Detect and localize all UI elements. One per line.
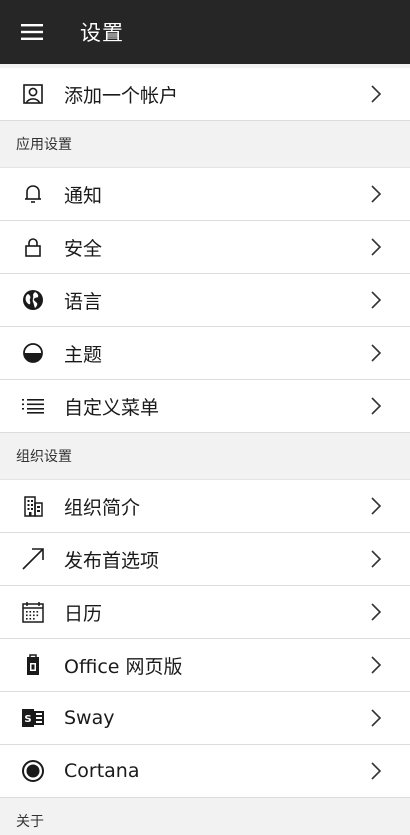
bell-icon (20, 181, 46, 207)
section-header-app-settings: 应用设置 (0, 121, 410, 168)
chevron-right-icon (368, 184, 384, 204)
add-account-row[interactable]: 添加一个帐户 (0, 68, 410, 121)
section-header-about: 关于 (0, 798, 410, 835)
settings-item-org-profile[interactable]: 组织简介 (0, 480, 410, 533)
chevron-right-icon (368, 290, 384, 310)
building-icon (20, 493, 46, 519)
globe-icon (20, 287, 46, 313)
chevron-right-icon (368, 602, 384, 622)
settings-item-label: 主题 (64, 343, 103, 366)
hamburger-menu-icon (21, 24, 43, 40)
settings-item-label: 通知 (64, 184, 103, 207)
cortana-icon (20, 758, 46, 784)
settings-item-cortana[interactable]: Cortana (0, 745, 410, 798)
chevron-right-icon (368, 343, 384, 363)
settings-item-sway[interactable]: S Sway (0, 692, 410, 745)
list-icon (20, 393, 46, 419)
settings-item-label: 语言 (64, 290, 103, 313)
lock-icon (20, 234, 46, 260)
office-icon (20, 652, 46, 678)
account-icon (20, 81, 46, 107)
sway-icon: S (20, 705, 46, 731)
chevron-right-icon (368, 655, 384, 675)
settings-item-label: 自定义菜单 (64, 396, 160, 419)
settings-item-theme[interactable]: 主题 (0, 327, 410, 380)
settings-item-label: 发布首选项 (64, 549, 160, 572)
settings-item-label: 安全 (64, 237, 103, 260)
chevron-right-icon (368, 396, 384, 416)
chevron-right-icon (368, 496, 384, 516)
settings-item-label: 日历 (64, 602, 103, 625)
settings-item-label: Office 网页版 (64, 655, 183, 678)
settings-item-language[interactable]: 语言 (0, 274, 410, 327)
calendar-icon (20, 599, 46, 625)
svg-text:S: S (24, 714, 31, 725)
settings-item-calendar[interactable]: 日历 (0, 586, 410, 639)
chevron-right-icon (368, 761, 384, 781)
settings-item-office-web[interactable]: Office 网页版 (0, 639, 410, 692)
chevron-right-icon (368, 549, 384, 569)
page-title: 设置 (80, 21, 124, 45)
hamburger-menu-button[interactable] (0, 0, 64, 64)
settings-item-publishing[interactable]: 发布首选项 (0, 533, 410, 586)
settings-item-label: Sway (64, 707, 115, 729)
settings-item-custom-menu[interactable]: 自定义菜单 (0, 380, 410, 433)
chevron-right-icon (368, 84, 384, 104)
theme-icon (20, 340, 46, 366)
settings-item-label: Cortana (64, 760, 140, 782)
settings-item-label: 组织简介 (64, 496, 141, 519)
chevron-right-icon (368, 237, 384, 257)
add-account-label: 添加一个帐户 (64, 84, 179, 107)
settings-item-notifications[interactable]: 通知 (0, 168, 410, 221)
app-bar: 设置 (0, 0, 410, 64)
section-header-org-settings: 组织设置 (0, 433, 410, 480)
settings-list: 添加一个帐户 应用设置 通知 安全 语言 主题 自定义菜单 组织设置 组织简介 … (0, 64, 410, 835)
arrow-diagonal-icon (20, 546, 46, 572)
settings-item-security[interactable]: 安全 (0, 221, 410, 274)
chevron-right-icon (368, 708, 384, 728)
